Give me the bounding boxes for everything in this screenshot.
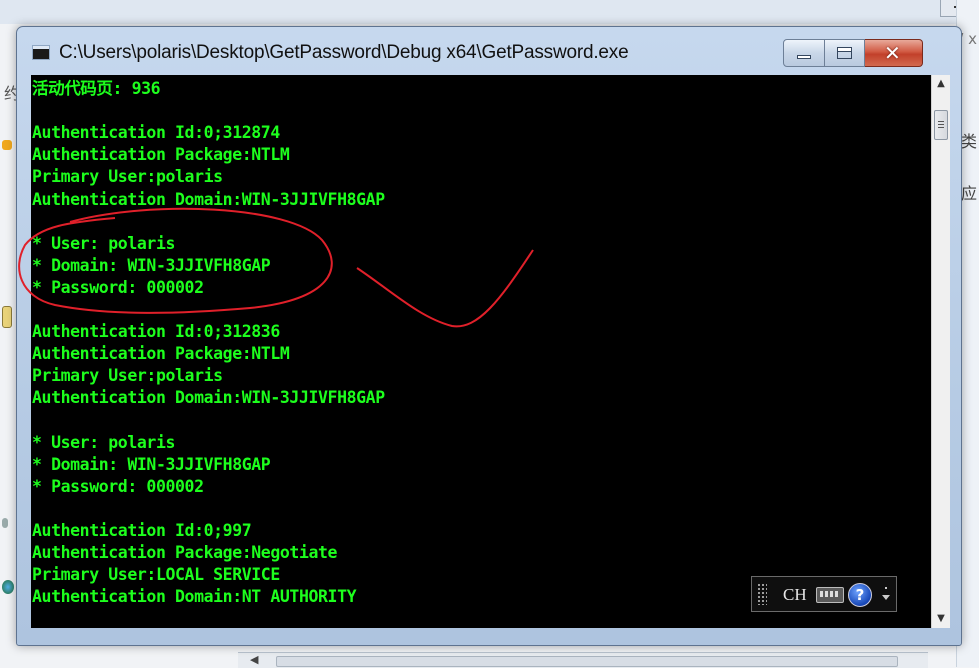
- console-output[interactable]: 活动代码页: 936 Authentication Id:0;312874 Auth…: [31, 75, 931, 628]
- console-line: Authentication Id:0;312874: [32, 123, 280, 143]
- console-line: Primary User:polaris: [32, 167, 223, 187]
- vertical-scrollbar[interactable]: ▲ ▼: [931, 75, 950, 628]
- maximize-button[interactable]: [825, 39, 865, 67]
- title-bar[interactable]: C:\Users\polaris\Desktop\GetPassword\Deb…: [17, 27, 961, 75]
- scroll-down-icon[interactable]: ▼: [932, 610, 950, 628]
- scroll-left-icon[interactable]: ◀: [250, 653, 258, 666]
- star-icon: [2, 140, 12, 150]
- console-line: Authentication Package:NTLM: [32, 145, 290, 165]
- globe-icon: [2, 580, 14, 594]
- console-line: Primary User:polaris: [32, 366, 223, 386]
- language-bar: CH ?: [751, 576, 897, 612]
- console-app-icon: [32, 45, 50, 60]
- grip-line: [938, 127, 944, 128]
- console-line: * User: polaris: [32, 432, 176, 452]
- console-line: Authentication Domain:NT AUTHORITY: [32, 587, 357, 607]
- drag-handle-icon[interactable]: [757, 583, 767, 605]
- close-icon: ✕: [884, 41, 901, 65]
- options-arrow-icon[interactable]: [882, 583, 890, 605]
- minimize-button[interactable]: [783, 39, 825, 67]
- console-line: Primary User:LOCAL SERVICE: [32, 565, 280, 585]
- keyboard-icon[interactable]: [816, 587, 844, 603]
- console-line: * Password: 000002: [32, 277, 204, 297]
- grip-line: [938, 124, 944, 125]
- console-line: * Password: 000002: [32, 476, 204, 496]
- language-indicator[interactable]: CH: [783, 585, 807, 605]
- document-icon: [2, 306, 12, 328]
- minimize-icon: [797, 55, 811, 59]
- scrollbar-thumb[interactable]: [934, 110, 948, 140]
- console-line: Authentication Id:0;997: [32, 521, 252, 540]
- background-text-fragment: 类: [960, 132, 977, 151]
- help-icon[interactable]: ?: [848, 583, 872, 607]
- console-line: Authentication Package:NTLM: [32, 344, 290, 364]
- background-window-top: [0, 0, 979, 24]
- scroll-up-icon[interactable]: ▲: [932, 75, 950, 93]
- maximize-icon: [837, 47, 852, 59]
- console-line: * Domain: WIN-3JJIVFH8GAP: [32, 454, 271, 474]
- console-window: C:\Users\polaris\Desktop\GetPassword\Deb…: [16, 26, 962, 646]
- console-line: * User: polaris: [32, 233, 176, 253]
- close-button[interactable]: ✕: [865, 39, 923, 67]
- window-title: C:\Users\polaris\Desktop\GetPassword\Deb…: [59, 42, 629, 63]
- file-icon: [2, 518, 8, 528]
- console-line: Authentication Package:Negotiate: [32, 543, 338, 563]
- console-line: Authentication Domain:WIN-3JJIVFH8GAP: [32, 388, 385, 408]
- background-horizontal-scrollbar[interactable]: ◀: [238, 652, 928, 668]
- scrollbar-thumb[interactable]: [276, 656, 898, 667]
- console-line: Authentication Domain:WIN-3JJIVFH8GAP: [32, 189, 385, 209]
- console-line: * Domain: WIN-3JJIVFH8GAP: [32, 255, 271, 275]
- console-line: 活动代码页: 936: [32, 79, 161, 98]
- console-line: Authentication Id:0;312836: [32, 322, 280, 342]
- background-text-fragment: 应: [960, 184, 977, 203]
- grip-line: [938, 121, 944, 122]
